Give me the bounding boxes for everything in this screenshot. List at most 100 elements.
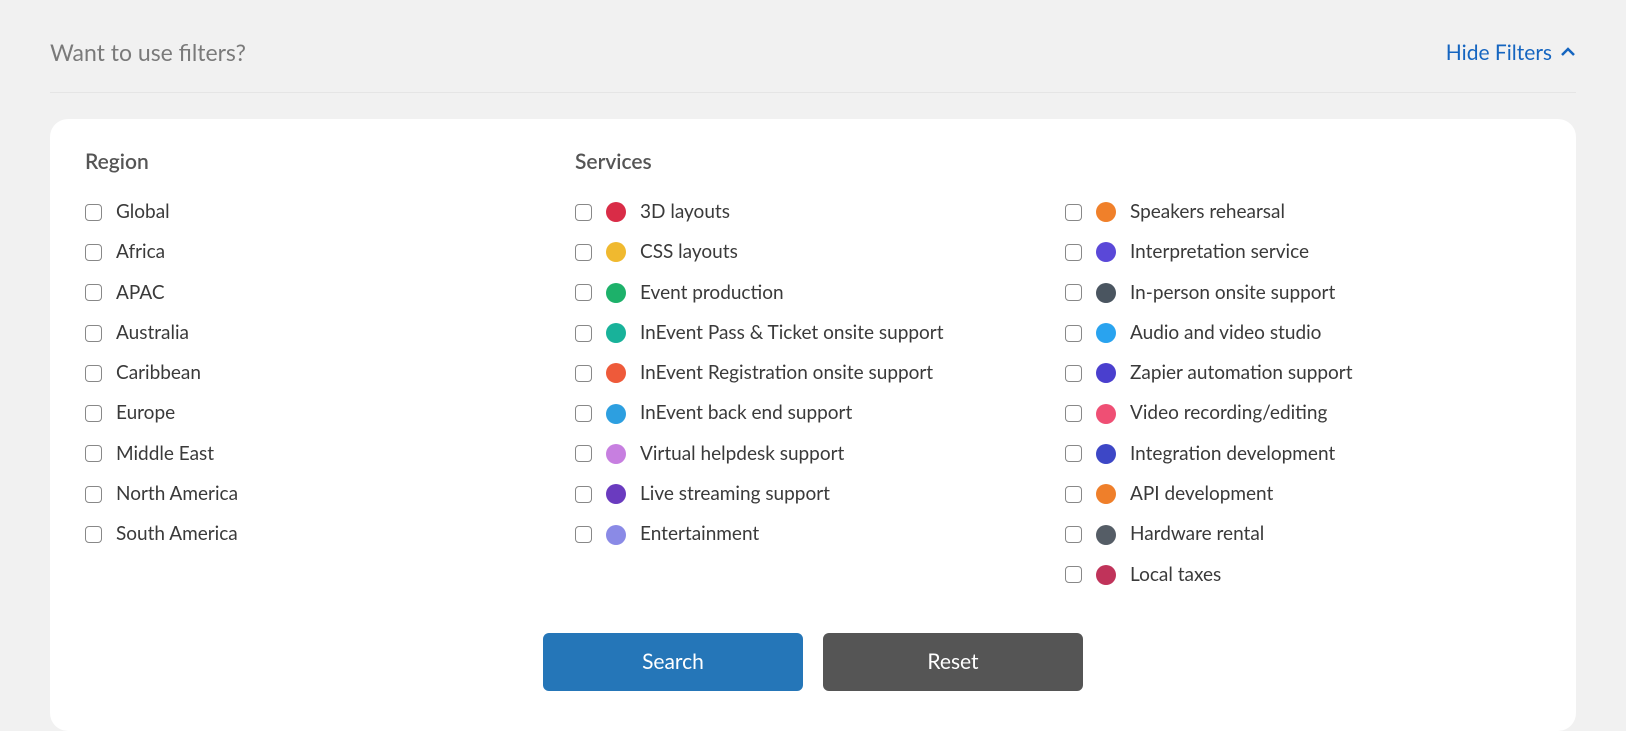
list-item: Africa: [85, 232, 575, 272]
reset-button[interactable]: Reset: [823, 633, 1083, 691]
filter-label: Video recording/editing: [1130, 397, 1327, 429]
filter-checkbox[interactable]: [575, 445, 592, 462]
filter-label: Europe: [116, 397, 175, 429]
service-color-dot-icon: [1096, 283, 1116, 303]
filter-label: Hardware rental: [1130, 518, 1264, 550]
filter-label: Live streaming support: [640, 478, 830, 510]
filter-checkbox[interactable]: [85, 486, 102, 503]
list-item: Event production: [575, 273, 1065, 313]
filter-checkbox[interactable]: [575, 405, 592, 422]
chevron-up-icon: [1560, 44, 1576, 60]
button-row: Search Reset: [85, 633, 1541, 691]
list-item: Global: [85, 192, 575, 232]
service-color-dot-icon: [606, 404, 626, 424]
filter-label: In-person onsite support: [1130, 277, 1335, 309]
list-item: Europe: [85, 393, 575, 433]
list-item: Entertainment: [575, 514, 1065, 554]
filter-checkbox[interactable]: [1065, 244, 1082, 261]
list-item: South America: [85, 514, 575, 554]
filter-label: Local taxes: [1130, 559, 1221, 591]
list-item: Virtual helpdesk support: [575, 434, 1065, 474]
filter-label: CSS layouts: [640, 236, 738, 268]
filter-checkbox[interactable]: [1065, 486, 1082, 503]
list-item: 3D layouts: [575, 192, 1065, 232]
service-color-dot-icon: [1096, 525, 1116, 545]
filter-label: Global: [116, 196, 170, 228]
filter-label: Entertainment: [640, 518, 759, 550]
filter-label: Audio and video studio: [1130, 317, 1321, 349]
list-item: Integration development: [1065, 434, 1541, 474]
filter-label: South America: [116, 518, 238, 550]
filter-checkbox[interactable]: [85, 526, 102, 543]
filter-checkbox[interactable]: [1065, 204, 1082, 221]
list-item: InEvent Pass & Ticket onsite support: [575, 313, 1065, 353]
filter-label: Australia: [116, 317, 189, 349]
list-item: API development: [1065, 474, 1541, 514]
region-column: Region Global Africa APAC Australia Caribbea…: [85, 149, 575, 595]
filter-checkbox[interactable]: [575, 284, 592, 301]
service-color-dot-icon: [1096, 323, 1116, 343]
filter-checkbox[interactable]: [1065, 566, 1082, 583]
filter-checkbox[interactable]: [85, 325, 102, 342]
filter-checkbox[interactable]: [1065, 405, 1082, 422]
list-item: North America: [85, 474, 575, 514]
list-item: Interpretation service: [1065, 232, 1541, 272]
filter-checkbox[interactable]: [1065, 284, 1082, 301]
service-color-dot-icon: [606, 242, 626, 262]
list-item: Middle East: [85, 434, 575, 474]
list-item: Local taxes: [1065, 555, 1541, 595]
filter-checkbox[interactable]: [575, 365, 592, 382]
list-item: Caribbean: [85, 353, 575, 393]
service-color-dot-icon: [606, 323, 626, 343]
list-item: CSS layouts: [575, 232, 1065, 272]
list-item: Speakers rehearsal: [1065, 192, 1541, 232]
filter-checkbox[interactable]: [575, 526, 592, 543]
search-button[interactable]: Search: [543, 633, 803, 691]
filter-checkbox[interactable]: [575, 325, 592, 342]
list-item: InEvent back end support: [575, 393, 1065, 433]
filter-label: Zapier automation support: [1130, 357, 1353, 389]
filter-checkbox[interactable]: [575, 244, 592, 261]
services-list-a: 3D layouts CSS layouts Event production InE…: [575, 192, 1065, 555]
service-color-dot-icon: [606, 283, 626, 303]
service-color-dot-icon: [1096, 444, 1116, 464]
filter-checkbox[interactable]: [575, 486, 592, 503]
region-list: Global Africa APAC Australia Caribbean Europe…: [85, 192, 575, 555]
region-title: Region: [85, 149, 575, 174]
filter-checkbox[interactable]: [85, 284, 102, 301]
filter-checkbox[interactable]: [1065, 325, 1082, 342]
filter-label: Middle East: [116, 438, 214, 470]
service-color-dot-icon: [606, 525, 626, 545]
filter-checkbox[interactable]: [575, 204, 592, 221]
services-list-b: Speakers rehearsalInterpretation service…: [1065, 192, 1541, 595]
filter-checkbox[interactable]: [85, 365, 102, 382]
filter-checkbox[interactable]: [85, 405, 102, 422]
service-color-dot-icon: [1096, 202, 1116, 222]
list-item: Audio and video studio: [1065, 313, 1541, 353]
list-item: APAC: [85, 273, 575, 313]
service-color-dot-icon: [606, 444, 626, 464]
filter-label: Africa: [116, 236, 165, 268]
filter-checkbox[interactable]: [1065, 526, 1082, 543]
hide-filters-toggle[interactable]: Hide Filters: [1446, 40, 1576, 65]
filter-checkbox[interactable]: [1065, 445, 1082, 462]
list-item: InEvent Registration onsite support: [575, 353, 1065, 393]
service-color-dot-icon: [606, 484, 626, 504]
filter-checkbox[interactable]: [85, 445, 102, 462]
filter-label: Integration development: [1130, 438, 1335, 470]
filter-label: InEvent back end support: [640, 397, 852, 429]
filter-label: InEvent Pass & Ticket onsite support: [640, 317, 944, 349]
services-title: Services: [575, 149, 1065, 174]
list-item: Video recording/editing: [1065, 393, 1541, 433]
filter-checkbox[interactable]: [85, 204, 102, 221]
list-item: In-person onsite support: [1065, 273, 1541, 313]
list-item: Live streaming support: [575, 474, 1065, 514]
list-item: Australia: [85, 313, 575, 353]
filter-checkbox[interactable]: [1065, 365, 1082, 382]
filter-checkbox[interactable]: [85, 244, 102, 261]
filter-header-title: Want to use filters?: [50, 38, 246, 66]
service-color-dot-icon: [606, 202, 626, 222]
service-color-dot-icon: [1096, 242, 1116, 262]
services-column-a: Services 3D layouts CSS layouts Event prod…: [575, 149, 1065, 595]
service-color-dot-icon: [1096, 404, 1116, 424]
